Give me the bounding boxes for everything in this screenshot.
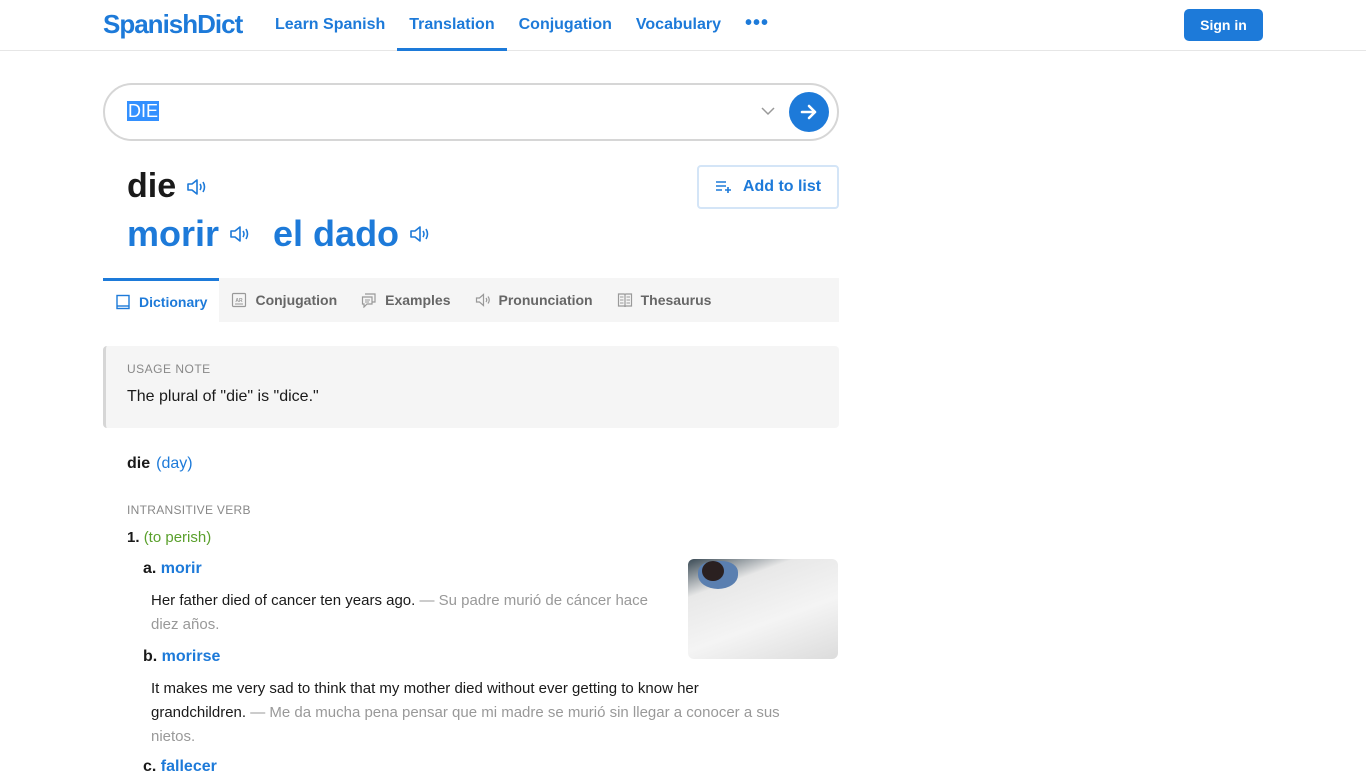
tab-label: Conjugation xyxy=(255,292,338,308)
thesaurus-icon xyxy=(617,293,632,308)
add-to-list-button[interactable]: Add to list xyxy=(697,165,839,209)
example-b: It makes me very sad to think that my mo… xyxy=(151,677,841,749)
usage-note: USAGE NOTE The plural of "die" is "dice.… xyxy=(103,346,839,428)
usage-note-label: USAGE NOTE xyxy=(127,362,211,376)
subsense-b: b. morirse xyxy=(143,648,220,666)
usage-note-text: The plural of "die" is "dice." xyxy=(127,388,319,405)
subsense-letter: b. xyxy=(143,648,158,665)
subsense-word-link[interactable]: morirse xyxy=(162,648,221,665)
conjugation-icon: AR xyxy=(232,292,247,308)
example-spanish: Me da mucha pena pensar que mi madre se … xyxy=(269,704,780,721)
translation-morir: morir xyxy=(127,213,251,255)
headword: die xyxy=(127,167,208,206)
sense-1: 1. (to perish) xyxy=(127,529,211,546)
search-input[interactable]: DIE xyxy=(127,101,160,122)
entry-word: die xyxy=(127,455,151,472)
speaker-icon[interactable] xyxy=(409,224,431,244)
tab-label: Examples xyxy=(385,292,451,308)
image-detail xyxy=(702,561,724,581)
illustration-image xyxy=(688,559,838,659)
entry-tabs: Dictionary AR Conjugation Examples Pronu… xyxy=(103,278,839,322)
nav-translation[interactable]: Translation xyxy=(397,0,507,51)
example-a: Her father died of cancer ten years ago.… xyxy=(151,589,661,637)
add-to-list-label: Add to list xyxy=(742,178,822,195)
main-nav: Learn Spanish Translation Conjugation Vo… xyxy=(263,0,781,51)
tab-thesaurus[interactable]: Thesaurus xyxy=(605,278,724,322)
headword-text: die xyxy=(127,167,177,205)
chevron-down-icon[interactable] xyxy=(761,103,775,119)
subsense-letter: c. xyxy=(143,758,157,775)
example-english: Her father died of cancer ten years ago. xyxy=(151,592,416,609)
example-spanish-cont: nietos. xyxy=(151,728,196,745)
example-separator: — xyxy=(415,592,439,609)
sense-number: 1. xyxy=(127,529,140,546)
example-separator: — xyxy=(246,704,270,721)
nav-vocabulary[interactable]: Vocabulary xyxy=(624,0,733,50)
top-navbar: SpanishDict Learn Spanish Translation Co… xyxy=(0,0,1366,51)
pronunciation-link[interactable]: (day) xyxy=(156,455,192,472)
example-english: It makes me very sad to think that my mo… xyxy=(151,680,699,697)
examples-icon xyxy=(362,293,376,308)
search-box: DIE xyxy=(103,83,839,141)
logo[interactable]: SpanishDict xyxy=(103,9,243,40)
subsense-letter: a. xyxy=(143,560,157,577)
nav-conjugation[interactable]: Conjugation xyxy=(507,0,624,50)
search-input-value: DIE xyxy=(127,101,160,121)
part-of-speech: INTRANSITIVE VERB xyxy=(127,503,251,517)
sign-in-button[interactable]: Sign in xyxy=(1184,9,1263,41)
tab-pronunciation[interactable]: Pronunciation xyxy=(463,278,605,322)
dictionary-entry-heading: die (day) xyxy=(127,455,193,473)
example-spanish: Su padre murió de cáncer xyxy=(438,592,612,609)
tab-label: Pronunciation xyxy=(498,292,593,308)
subsense-word-link[interactable]: fallecer xyxy=(161,758,217,775)
speaker-icon[interactable] xyxy=(229,224,251,244)
subsense-c: c. fallecer xyxy=(143,758,217,776)
tab-examples[interactable]: Examples xyxy=(349,278,462,322)
translation-el-dado: el dado xyxy=(273,213,431,255)
tab-conjugation[interactable]: AR Conjugation xyxy=(219,278,349,322)
speaker-icon xyxy=(475,293,490,307)
tab-label: Dictionary xyxy=(139,293,208,310)
sense-context: (to perish) xyxy=(143,529,212,546)
translation-link[interactable]: morir xyxy=(127,213,219,255)
tab-dictionary[interactable]: Dictionary xyxy=(103,278,220,322)
arrow-right-icon xyxy=(800,104,817,120)
translation-link[interactable]: el dado xyxy=(273,213,399,255)
quick-translations: morir el dado xyxy=(127,213,453,255)
book-icon xyxy=(116,294,130,309)
subsense-a: a. morir xyxy=(143,560,202,578)
example-english-cont: grandchildren. xyxy=(151,704,247,721)
tab-label: Thesaurus xyxy=(640,292,712,308)
list-add-icon xyxy=(715,181,731,193)
search-submit-button[interactable] xyxy=(789,92,829,132)
subsense-word-link[interactable]: morir xyxy=(161,560,202,577)
more-menu-icon[interactable]: ••• xyxy=(733,0,781,50)
nav-learn-spanish[interactable]: Learn Spanish xyxy=(263,0,397,50)
svg-text:AR: AR xyxy=(236,298,244,304)
speaker-icon[interactable] xyxy=(186,177,208,197)
